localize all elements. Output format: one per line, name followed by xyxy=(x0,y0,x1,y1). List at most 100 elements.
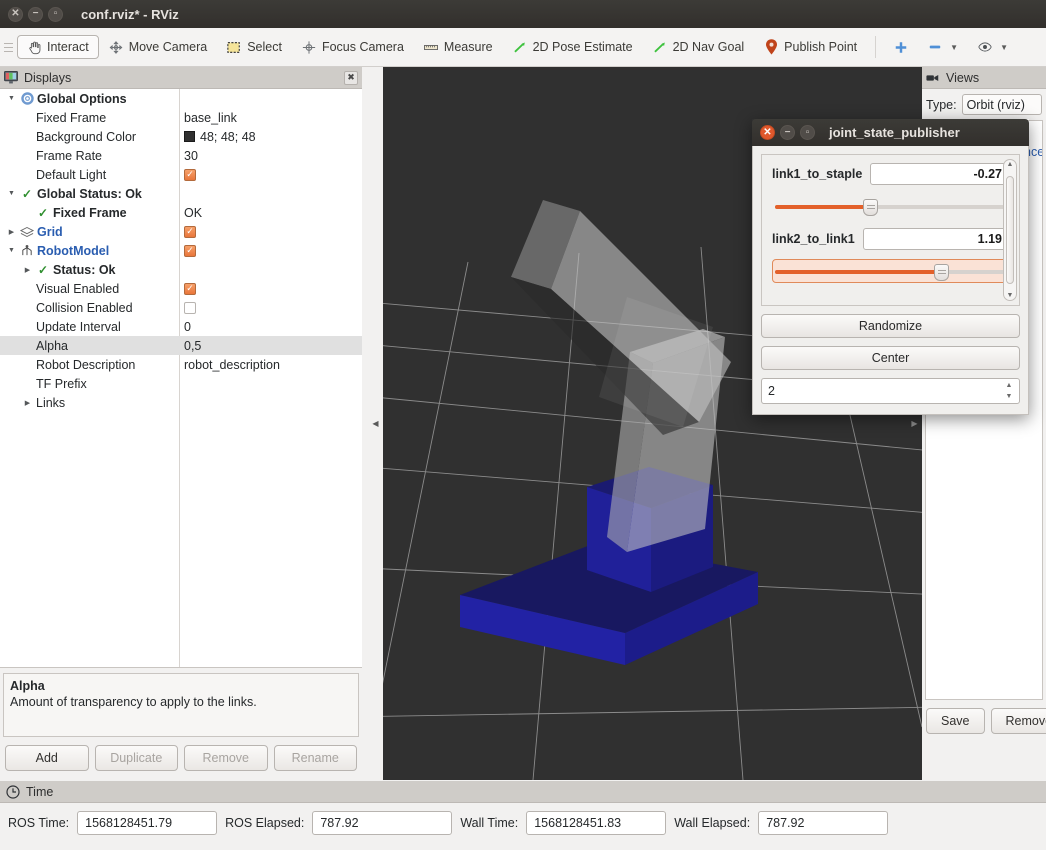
scrollbar-thumb[interactable] xyxy=(1006,176,1014,284)
joint-value-link2-to-link1[interactable]: 1.19 xyxy=(862,228,1009,250)
tree-row-value[interactable]: ✓ xyxy=(179,225,196,238)
expand-arrow-icon[interactable]: ▼ xyxy=(6,190,17,197)
toolbar-interact-button[interactable]: Interact xyxy=(17,35,99,59)
collapse-arrow-icon[interactable]: ▶ xyxy=(22,399,33,407)
joint-value-link1-to-staple[interactable]: -0.27 xyxy=(870,163,1009,185)
checkbox-checked[interactable]: ✓ xyxy=(184,282,196,295)
display-tree-row[interactable]: ▼ Global Options xyxy=(0,89,362,108)
slider-handle[interactable] xyxy=(862,199,878,216)
tree-row-value[interactable]: base_link xyxy=(179,111,237,125)
joint-slider-link2-to-link1[interactable] xyxy=(775,263,1006,281)
display-tree-row[interactable]: ▶ ✓ Status: Ok xyxy=(0,260,362,279)
maximize-icon[interactable]: ▫ xyxy=(48,6,63,22)
add-button[interactable]: Add xyxy=(5,745,89,771)
display-tree-row[interactable]: ▶Collision Enabled ✓ xyxy=(0,298,362,317)
color-swatch[interactable] xyxy=(184,131,195,142)
display-tree-row[interactable]: ▶ Grid ✓ xyxy=(0,222,362,241)
display-tree-row[interactable]: ▼ ✓ Global Status: Ok xyxy=(0,184,362,203)
toolbar-focus-camera-button[interactable]: Focus Camera xyxy=(292,35,414,59)
display-tree-row[interactable]: ▶Frame Rate 30 xyxy=(0,146,362,165)
display-tree-row[interactable]: ▶Background Color 48; 48; 48 xyxy=(0,127,362,146)
close-icon[interactable]: ✕ xyxy=(760,125,775,140)
views-save-button[interactable]: Save xyxy=(926,708,985,734)
minimize-icon[interactable]: − xyxy=(28,6,43,22)
toolbar-move-camera-button[interactable]: Move Camera xyxy=(99,35,218,59)
close-icon[interactable]: ✕ xyxy=(8,6,23,22)
minimize-icon[interactable]: − xyxy=(780,125,795,140)
toolbar-2d-pose-estimate-button[interactable]: 2D Pose Estimate xyxy=(503,35,643,59)
duplicate-button[interactable]: Duplicate xyxy=(94,745,178,771)
grid-icon xyxy=(20,225,34,239)
checkbox-checked[interactable]: ✓ xyxy=(184,244,196,257)
tree-row-value[interactable]: 0 xyxy=(179,320,191,334)
checkbox-unchecked[interactable]: ✓ xyxy=(184,301,196,314)
views-type-combo[interactable]: Orbit (rviz) xyxy=(961,94,1042,115)
toolbar-publish-point-button[interactable]: Publish Point xyxy=(754,35,867,59)
ros-time-input[interactable]: 1568128451.79 xyxy=(77,811,218,835)
tree-row-value[interactable]: 48; 48; 48 xyxy=(179,130,256,144)
spin-down-icon[interactable]: ▼ xyxy=(1006,393,1013,400)
checkbox-checked[interactable]: ✓ xyxy=(184,225,196,238)
slider-handle[interactable] xyxy=(934,264,950,281)
display-tree-row[interactable]: ▶Default Light ✓ xyxy=(0,165,362,184)
checkbox-checked[interactable]: ✓ xyxy=(184,168,196,181)
display-tree-row[interactable]: ▶TF Prefix xyxy=(0,374,362,393)
tree-row-label: Robot Description xyxy=(36,357,136,372)
display-tree-row[interactable]: ▼ RobotModel ✓ xyxy=(0,241,362,260)
display-tree-row[interactable]: ▶Visual Enabled ✓ xyxy=(0,279,362,298)
display-tree-row[interactable]: ▶ Links xyxy=(0,393,362,412)
expand-arrow-icon[interactable]: ▼ xyxy=(6,95,17,102)
chevron-down-icon[interactable]: ▼ xyxy=(1000,43,1008,52)
display-tree-row[interactable]: ▶ ✓ Fixed Frame OK xyxy=(0,203,362,222)
tree-row-value[interactable]: ✓ xyxy=(179,282,196,295)
toolbar-measure-button[interactable]: Measure xyxy=(414,35,503,59)
center-button[interactable]: Center xyxy=(761,346,1020,370)
display-tree-row[interactable]: ▶Robot Description robot_description xyxy=(0,355,362,374)
chevron-down-icon[interactable]: ▼ xyxy=(950,43,958,52)
scroll-up-icon[interactable]: ▲ xyxy=(1004,161,1016,168)
randomize-button[interactable]: Randomize xyxy=(761,314,1020,338)
tree-row-value-text: 0,5 xyxy=(184,338,202,353)
spin-up-icon[interactable]: ▲ xyxy=(1006,382,1013,389)
views-remove-button[interactable]: Remove xyxy=(990,708,1046,734)
tree-row-value[interactable]: 30 xyxy=(179,149,198,163)
robot-model-icon xyxy=(20,244,34,258)
views-camera-icon xyxy=(926,71,940,85)
jsp-spinbox[interactable]: 2 ▲ ▼ xyxy=(761,378,1020,404)
toolbar-2d-nav-goal-button[interactable]: 2D Nav Goal xyxy=(643,35,755,59)
toolbar-add-tool-button[interactable] xyxy=(884,35,918,59)
wall-time-input[interactable]: 1568128451.83 xyxy=(526,811,667,835)
wall-elapsed-input[interactable]: 787.92 xyxy=(758,811,889,835)
displays-tree[interactable]: ▼Global Options▶Fixed Framebase_link▶Bac… xyxy=(0,89,362,668)
collapse-arrow-icon[interactable]: ▶ xyxy=(22,266,33,274)
displays-panel-collapse-handle[interactable]: ◀ xyxy=(368,67,383,780)
tree-row-value[interactable]: robot_description xyxy=(179,358,280,372)
tree-row-value[interactable]: ✓ xyxy=(179,244,196,257)
joint-state-publisher-dialog[interactable]: ✕ − ▫ joint_state_publisher link1_to_sta… xyxy=(752,119,1029,415)
toolbar-remove-tool-button[interactable]: ▼ xyxy=(918,35,968,59)
joint-slider-link1-to-staple[interactable] xyxy=(775,198,1006,216)
scroll-down-icon[interactable]: ▼ xyxy=(1004,292,1016,299)
rename-button[interactable]: Rename xyxy=(273,745,357,771)
toolbar-visibility-button[interactable]: ▼ xyxy=(968,35,1018,59)
toolbar-drag-handle[interactable] xyxy=(4,36,14,58)
ros-elapsed-input[interactable]: 787.92 xyxy=(312,811,453,835)
display-tree-row[interactable]: ▶Update Interval 0 xyxy=(0,317,362,336)
tree-row-value[interactable]: ✓ xyxy=(179,301,196,314)
display-tree-row[interactable]: ▶Alpha 0,5 xyxy=(0,336,362,355)
collapse-arrow-icon[interactable]: ▶ xyxy=(6,228,17,236)
expand-arrow-icon[interactable]: ▼ xyxy=(6,247,17,254)
tree-row-label: Status: Ok xyxy=(53,262,116,277)
displays-close-icon[interactable]: ✖ xyxy=(344,70,358,85)
displays-panel-title: Displays xyxy=(24,70,72,85)
maximize-icon[interactable]: ▫ xyxy=(800,125,815,140)
tree-row-value[interactable]: OK xyxy=(179,206,202,220)
arrow-spacer: ▶ xyxy=(22,209,33,217)
toolbar-separator xyxy=(875,36,877,58)
toolbar-select-button[interactable]: Select xyxy=(217,35,292,59)
remove-button[interactable]: Remove xyxy=(184,745,268,771)
jsp-scrollbar[interactable]: ▲ ▼ xyxy=(1003,159,1017,301)
tree-row-value[interactable]: ✓ xyxy=(179,168,196,181)
tree-row-value[interactable]: 0,5 xyxy=(179,339,201,353)
display-tree-row[interactable]: ▶Fixed Frame base_link xyxy=(0,108,362,127)
